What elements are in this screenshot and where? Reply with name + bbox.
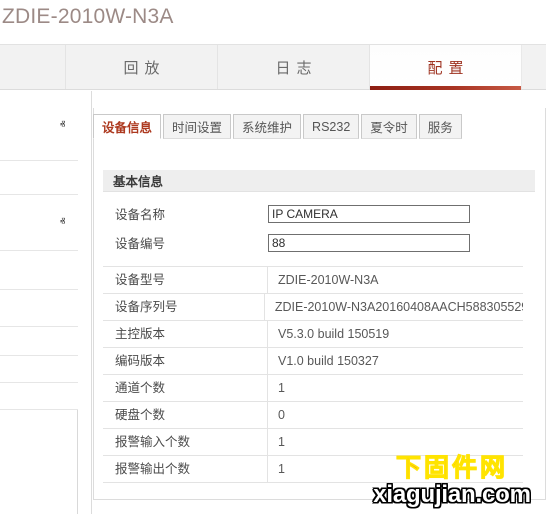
subtab-device-info[interactable]: 设备信息 — [93, 114, 161, 139]
subtab-system-maintenance[interactable]: 系统维护 — [233, 114, 301, 139]
device-number-input[interactable] — [268, 234, 470, 252]
row-value: 1 — [268, 381, 523, 395]
subtab-time-settings-label: 时间设置 — [172, 117, 222, 136]
config-subtabs: 设备信息 时间设置 系统维护 RS232 夏令时 服务 — [93, 113, 546, 139]
subtab-daylight-saving-label: 夏令时 — [370, 117, 408, 136]
sidebar-section-2[interactable]: ⱟ — [0, 161, 78, 195]
sidebar-section-3[interactable]: ⱏ — [0, 195, 78, 251]
editable-fields: 设备名称 设备编号 — [103, 192, 535, 257]
nav-right-spacer — [522, 45, 546, 89]
sidebar-item-7[interactable] — [0, 356, 78, 383]
field-row-device-name: 设备名称 — [103, 199, 535, 228]
device-number-label: 设备编号 — [103, 233, 268, 252]
row-value: V5.3.0 build 150519 — [268, 327, 523, 341]
row-key: 报警输出个数 — [103, 456, 268, 483]
page-title: ZDIE-2010W-N3A — [2, 5, 174, 29]
row-value: 1 — [268, 435, 523, 449]
sidebar-item-6[interactable] — [0, 327, 78, 356]
row-value: 0 — [268, 408, 523, 422]
subtab-service[interactable]: 服务 — [419, 114, 462, 139]
row-key: 设备序列号 — [103, 294, 265, 321]
main-nav-tabs: 回放 日志 配置 — [0, 44, 546, 90]
subtab-rs232-label: RS232 — [312, 120, 350, 134]
row-key: 编码版本 — [103, 348, 268, 375]
table-row: 通道个数 1 — [103, 375, 523, 402]
tab-log[interactable]: 日志 — [218, 45, 370, 89]
table-row: 编码版本 V1.0 build 150327 — [103, 348, 523, 375]
table-row: 设备型号 ZDIE-2010W-N3A — [103, 267, 523, 294]
row-value: V1.0 build 150327 — [268, 354, 523, 368]
row-key: 主控版本 — [103, 321, 268, 348]
table-row: 报警输入个数 1 — [103, 429, 523, 456]
row-key: 报警输入个数 — [103, 429, 268, 456]
table-row: 主控版本 V5.3.0 build 150519 — [103, 321, 523, 348]
tab-playback[interactable]: 回放 — [66, 45, 218, 89]
sidebar-gutter — [78, 91, 92, 514]
row-key: 通道个数 — [103, 375, 268, 402]
tab-configuration-label: 配置 — [421, 57, 469, 78]
sidebar-item-8[interactable] — [0, 383, 78, 410]
tab-configuration[interactable]: 配置 — [370, 45, 522, 89]
row-value: ZDIE-2010W-N3A — [268, 273, 523, 287]
device-info-table: 设备型号 ZDIE-2010W-N3A 设备序列号 ZDIE-2010W-N3A… — [103, 266, 523, 483]
sidebar-item-4[interactable] — [0, 251, 78, 290]
row-value: 1 — [268, 462, 523, 476]
subtab-system-maintenance-label: 系统维护 — [242, 117, 292, 136]
row-key: 硬盘个数 — [103, 402, 268, 429]
tab-log-label: 日志 — [269, 57, 317, 78]
chevron-up-icon[interactable]: ⱏ — [57, 120, 68, 131]
field-row-device-number: 设备编号 — [103, 228, 535, 257]
sidebar-item-5[interactable] — [0, 290, 78, 327]
device-name-input[interactable] — [268, 205, 470, 223]
row-value: ZDIE-2010W-N3A20160408AACH588305529 — [265, 300, 523, 314]
sidebar: ⱏ ⱟ ⱏ — [0, 91, 78, 514]
subtab-device-info-label: 设备信息 — [102, 117, 152, 136]
subtab-rs232[interactable]: RS232 — [303, 114, 359, 139]
row-key: 设备型号 — [103, 267, 268, 294]
chevron-down-icon[interactable]: ⱟ — [57, 172, 68, 183]
nav-left-spacer — [0, 45, 66, 89]
section-header-label: 基本信息 — [113, 171, 163, 190]
subtab-time-settings[interactable]: 时间设置 — [163, 114, 231, 139]
basic-info-panel: 基本信息 设备名称 设备编号 设备型号 ZDIE-2010W-N3A 设备序列号… — [103, 170, 535, 483]
device-name-label: 设备名称 — [103, 204, 268, 223]
subtab-service-label: 服务 — [428, 117, 453, 136]
table-row: 硬盘个数 0 — [103, 402, 523, 429]
section-header: 基本信息 — [103, 170, 535, 192]
table-row: 报警输出个数 1 — [103, 456, 523, 483]
chevron-up-icon[interactable]: ⱏ — [57, 217, 68, 228]
titlebar: ZDIE-2010W-N3A — [0, 0, 546, 44]
subtab-daylight-saving[interactable]: 夏令时 — [361, 114, 417, 139]
device-config-page: ZDIE-2010W-N3A 回放 日志 配置 ⱏ ⱟ ⱏ 设备信息 时间设置 … — [0, 0, 546, 514]
table-row: 设备序列号 ZDIE-2010W-N3A20160408AACH58830552… — [103, 294, 523, 321]
tab-playback-label: 回放 — [117, 57, 165, 78]
sidebar-section-1[interactable]: ⱏ — [0, 91, 78, 161]
